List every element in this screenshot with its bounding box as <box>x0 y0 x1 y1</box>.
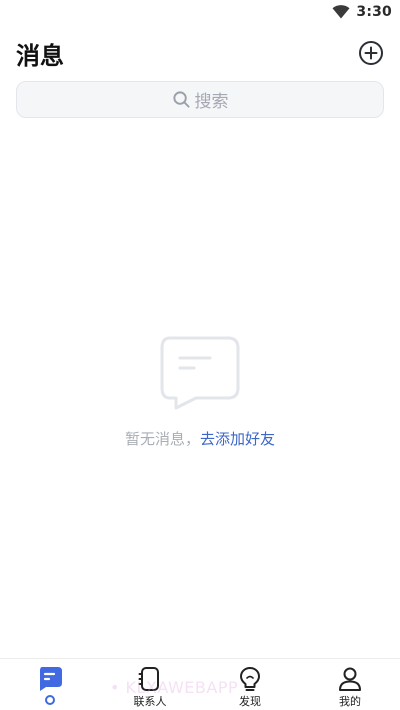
tab-contacts[interactable]: 联系人 <box>100 659 200 710</box>
tab-label: 发现 <box>239 695 261 708</box>
status-time: 3:30 <box>356 4 392 20</box>
tab-label: 联系人 <box>133 695 167 708</box>
bulb-icon <box>240 667 260 691</box>
profile-icon <box>339 667 361 691</box>
empty-text: 暂无消息， <box>124 430 200 448</box>
add-friend-link[interactable]: 去添加好友 <box>200 430 275 448</box>
empty-state: 暂无消息，去添加好友 <box>0 336 400 456</box>
status-indicators: 3:30 <box>332 3 392 21</box>
active-indicator <box>45 695 55 705</box>
wifi-icon <box>332 5 350 19</box>
tab-discover[interactable]: 发现 <box>200 659 300 710</box>
search-placeholder: 搜索 <box>194 92 229 112</box>
tab-profile[interactable]: 我的 <box>300 659 400 710</box>
status-bar: 3:30 <box>0 0 400 24</box>
message-bubble-icon <box>160 336 240 410</box>
tab-label: 我的 <box>339 695 361 708</box>
empty-message: 暂无消息，去添加好友 <box>0 428 400 449</box>
message-screen: 3:30 消息 搜索 暂无消息，去添加好友 联系人 发现 我的 • KLXAWE… <box>0 0 400 710</box>
tab-bar: 联系人 发现 我的 <box>0 658 400 710</box>
tab-messages[interactable] <box>0 659 100 710</box>
page-title: 消息 <box>16 42 64 70</box>
contacts-icon <box>138 667 159 691</box>
message-icon <box>40 667 62 691</box>
header: 消息 <box>0 32 400 76</box>
search-input[interactable]: 搜索 <box>16 81 384 118</box>
plus-circle-icon[interactable] <box>358 40 384 66</box>
search-icon <box>172 91 190 108</box>
